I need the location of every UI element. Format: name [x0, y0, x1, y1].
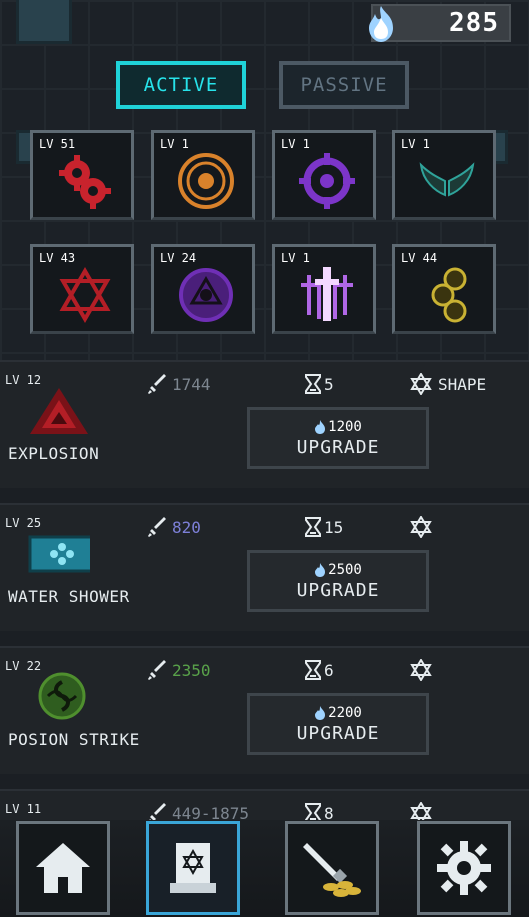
skill-level: LV 51	[39, 137, 76, 151]
upgrade-label: UPGRADE	[296, 579, 380, 601]
upgrade-button[interactable]: 2200 UPGRADE	[247, 693, 429, 755]
damage-value: 2350	[172, 661, 211, 680]
gold-coins-icon	[431, 267, 467, 323]
tab-active[interactable]: ACTIVE	[116, 61, 246, 109]
tab-passive-label: PASSIVE	[300, 74, 388, 96]
skill-name: WATER SHOWER	[8, 587, 130, 606]
skill-slot[interactable]: LV 1	[392, 130, 496, 220]
skill-level: LV 1	[401, 137, 430, 151]
skill-level: LV 1	[160, 137, 189, 151]
currency-amount: 285	[449, 8, 499, 38]
skill-name: POSION STRIKE	[8, 730, 140, 749]
skill-slot[interactable]: LV 43	[30, 244, 134, 334]
cooldown-value: 15	[324, 518, 344, 537]
sword-icon	[148, 517, 166, 537]
upgrade-button[interactable]: 1200 UPGRADE	[247, 407, 429, 469]
skill-level: LV 43	[39, 251, 76, 265]
nav-spellbook-button[interactable]	[146, 821, 240, 915]
skill-level: LV 22	[5, 659, 42, 673]
skill-row: LV 25 WATER SHOWER 820 15 2500 UPGRADE	[0, 503, 529, 631]
glowing-swords-icon	[301, 267, 353, 321]
skill-slot[interactable]: LV 51	[30, 130, 134, 220]
hourglass-icon	[305, 374, 321, 394]
skill-slot[interactable]: LV 44	[392, 244, 496, 334]
shape-label: SHAPE	[438, 375, 487, 394]
nav-settings-button[interactable]	[417, 821, 511, 915]
upgrade-cost-value: 2200	[328, 704, 362, 721]
skill-slot[interactable]: LV 24	[151, 244, 255, 334]
flame-icon	[315, 562, 326, 577]
flame-icon	[315, 419, 326, 434]
skill-level: LV 24	[160, 251, 197, 265]
sword-icon	[148, 374, 166, 394]
tab-active-label: ACTIVE	[143, 74, 219, 96]
skill-level: LV 44	[401, 251, 438, 265]
purple-eye-icon	[179, 268, 233, 322]
cooldown-value: 5	[324, 375, 334, 394]
damage-value: 820	[172, 518, 201, 537]
teal-wings-icon	[419, 162, 475, 197]
sword-icon	[148, 660, 166, 680]
upgrade-cost-value: 2500	[328, 561, 362, 578]
hexagram-icon	[410, 516, 432, 538]
skill-slot[interactable]: LV 1	[151, 130, 255, 220]
upgrade-button[interactable]: 2500 UPGRADE	[247, 550, 429, 612]
settings-gear-icon	[437, 841, 491, 895]
purple-crosshair-icon	[299, 153, 355, 209]
skill-row: LV 22 POSION STRIKE 2350 6 2200 UPGRADE	[0, 646, 529, 774]
orange-sigil-icon	[178, 153, 234, 209]
blue-flame-icon	[369, 6, 393, 42]
nav-home-button[interactable]	[16, 821, 110, 915]
skill-name: EXPLOSION	[8, 444, 100, 463]
red-gears-icon	[59, 155, 111, 209]
skill-level: LV 1	[281, 137, 310, 151]
upgrade-cost: 2500	[314, 562, 362, 578]
green-poison-icon	[38, 672, 86, 720]
hourglass-icon	[305, 660, 321, 680]
upgrade-label: UPGRADE	[296, 436, 380, 458]
skill-level: LV 12	[5, 373, 42, 387]
spellbook-icon	[170, 843, 216, 893]
upgrade-cost-value: 1200	[328, 418, 362, 435]
skill-level: LV 25	[5, 516, 42, 530]
water-tile-icon	[28, 535, 90, 573]
red-triangle-icon	[30, 388, 88, 434]
flame-icon	[315, 705, 326, 720]
sword-gold-icon	[303, 843, 361, 897]
upgrade-cost: 2200	[314, 705, 362, 721]
home-icon	[36, 843, 90, 893]
tab-passive[interactable]: PASSIVE	[279, 61, 409, 109]
currency-counter: 285	[369, 4, 511, 42]
corner-block	[16, 0, 72, 44]
hourglass-icon	[305, 517, 321, 537]
upgrade-cost: 1200	[314, 419, 362, 435]
damage-value: 1744	[172, 375, 211, 394]
upgrade-label: UPGRADE	[296, 722, 380, 744]
skill-slot[interactable]: LV 1	[272, 244, 376, 334]
skill-slot[interactable]: LV 1	[272, 130, 376, 220]
nav-weapons-button[interactable]	[285, 821, 379, 915]
hexagram-icon	[410, 373, 432, 395]
skill-level: LV 11	[5, 802, 42, 816]
hexagram-icon	[410, 659, 432, 681]
skill-level: LV 1	[281, 251, 310, 265]
skill-row: LV 12 EXPLOSION 1744 5 SHAPE 1200 UPGRAD…	[0, 360, 529, 488]
red-hexagram-icon	[59, 267, 111, 323]
cooldown-value: 6	[324, 661, 334, 680]
